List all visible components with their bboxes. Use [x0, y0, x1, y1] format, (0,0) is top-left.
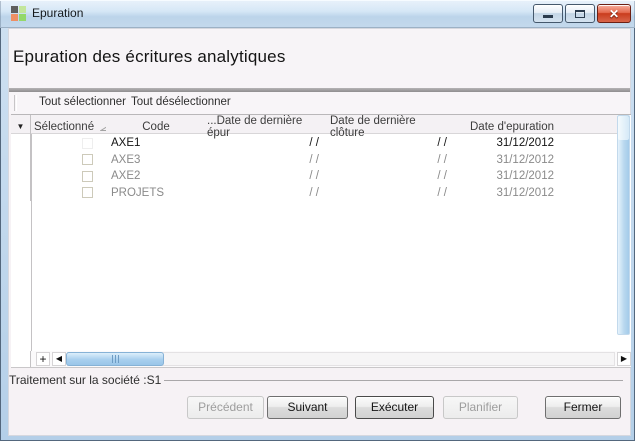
- group-divider: [158, 380, 623, 381]
- cell-last-close: / /: [437, 137, 447, 150]
- select-all-button[interactable]: Tout sélectionner: [35, 95, 130, 109]
- close-icon: ✕: [608, 6, 620, 21]
- cell-selected: [31, 135, 106, 152]
- maximize-button[interactable]: [565, 4, 595, 23]
- axes-grid: ▼ Sélectionné Code ...Date de dernière é…: [11, 114, 631, 368]
- cell-purge-date: 31/12/2012: [496, 137, 554, 150]
- column-header-purge-date[interactable]: Date d'epuration: [449, 121, 561, 133]
- app-icon-square-lightgreen: [19, 6, 26, 13]
- cell-selected: [31, 152, 106, 169]
- row-gutter[interactable]: [11, 151, 31, 168]
- cell-last-purge: / /: [309, 137, 319, 150]
- heading-panel: Epuration des écritures analytiques: [9, 29, 630, 88]
- cell-last-purge: / /: [309, 186, 319, 199]
- vertical-scrollbar-thumb[interactable]: [618, 116, 629, 140]
- horizontal-scrollbar-thumb[interactable]: [66, 352, 164, 366]
- row-gutter[interactable]: [11, 184, 31, 201]
- deselect-all-button[interactable]: Tout désélectionner: [127, 95, 235, 109]
- cell-code: AXE3: [111, 153, 141, 166]
- column-header-code[interactable]: Code: [106, 121, 206, 133]
- scroll-right-arrow-icon[interactable]: ▶: [617, 352, 631, 366]
- app-icon-square-green: [19, 14, 26, 21]
- page-title: Epuration des écritures analytiques: [13, 47, 286, 66]
- row-filler: [561, 135, 617, 152]
- client-area: Epuration des écritures analytiques Tout…: [8, 28, 631, 436]
- row-filler: [561, 168, 617, 185]
- add-row-button[interactable]: +: [36, 352, 50, 366]
- table-row-projets[interactable]: PROJETS / / / / 31/12/2012: [11, 184, 617, 202]
- table-row-axe2[interactable]: AXE2 / / / / 31/12/2012: [11, 168, 617, 185]
- cell-code: PROJETS: [111, 186, 165, 199]
- dropdown-arrow-icon: ▼: [16, 122, 25, 131]
- plan-button[interactable]: Planifier: [443, 396, 518, 419]
- row-checkbox[interactable]: [82, 154, 93, 166]
- status-text: Traitement sur la société :S1: [9, 373, 165, 387]
- cell-code: AXE2: [111, 170, 141, 183]
- app-icon-square-gray: [11, 6, 18, 13]
- cell-last-close: / /: [437, 170, 447, 183]
- cell-last-purge: / /: [309, 153, 319, 166]
- close-button[interactable]: ✕: [597, 4, 631, 23]
- row-checkbox[interactable]: [82, 170, 93, 182]
- epuration-dialog: Epuration ✕ Epuration des écritures anal…: [0, 0, 635, 441]
- row-checkbox[interactable]: [82, 187, 93, 199]
- grid-toolbar: Tout sélectionner Tout désélectionner: [9, 92, 630, 114]
- row-gutter[interactable]: [11, 135, 31, 152]
- minimize-icon: [543, 15, 553, 18]
- cell-purge-date: 31/12/2012: [496, 170, 554, 183]
- scrollbar-gutter: [11, 351, 31, 367]
- minimize-button[interactable]: [533, 4, 563, 23]
- next-button[interactable]: Suivant: [267, 396, 348, 419]
- table-row-axe3[interactable]: AXE3 / / / / 31/12/2012: [11, 151, 617, 169]
- window-title: Epuration: [32, 6, 84, 20]
- row-checkbox[interactable]: [82, 137, 93, 149]
- execute-button[interactable]: Exécuter: [355, 396, 434, 419]
- cell-code: AXE1: [111, 137, 141, 150]
- maximize-icon: [575, 9, 585, 18]
- column-header-selected[interactable]: Sélectionné: [31, 121, 106, 133]
- row-filler: [561, 152, 617, 169]
- row-gutter[interactable]: [11, 168, 31, 185]
- row-filler: [561, 185, 617, 202]
- table-row-axe1[interactable]: AXE1 / / / / 31/12/2012: [11, 135, 617, 152]
- app-icon: [11, 6, 26, 21]
- scroll-left-arrow-icon[interactable]: ◀: [52, 352, 66, 366]
- grid-header-row: ▼ Sélectionné Code ...Date de dernière é…: [11, 115, 617, 139]
- app-icon-square-orange: [11, 14, 18, 21]
- vertical-scrollbar[interactable]: [617, 115, 630, 335]
- cell-selected: [31, 185, 106, 202]
- cell-last-close: / /: [437, 186, 447, 199]
- cell-last-close: / /: [437, 153, 447, 166]
- close-dialog-button[interactable]: Fermer: [545, 396, 621, 419]
- previous-button[interactable]: Précédent: [187, 396, 264, 419]
- toolbar-grip: [14, 95, 17, 111]
- column-header-selected-label: Sélectionné: [34, 121, 95, 133]
- horizontal-scrollbar: + ◀ ▶: [11, 351, 631, 367]
- grid-rows: AXE1 / / / / 31/12/2012 AXE3 / / / / 31/…: [11, 135, 617, 201]
- cell-purge-date: 31/12/2012: [496, 153, 554, 166]
- cell-selected: [31, 168, 106, 185]
- cell-purge-date: 31/12/2012: [496, 186, 554, 199]
- window-controls: ✕: [533, 4, 631, 23]
- cell-last-purge: / /: [309, 170, 319, 183]
- titlebar[interactable]: Epuration ✕: [0, 0, 635, 28]
